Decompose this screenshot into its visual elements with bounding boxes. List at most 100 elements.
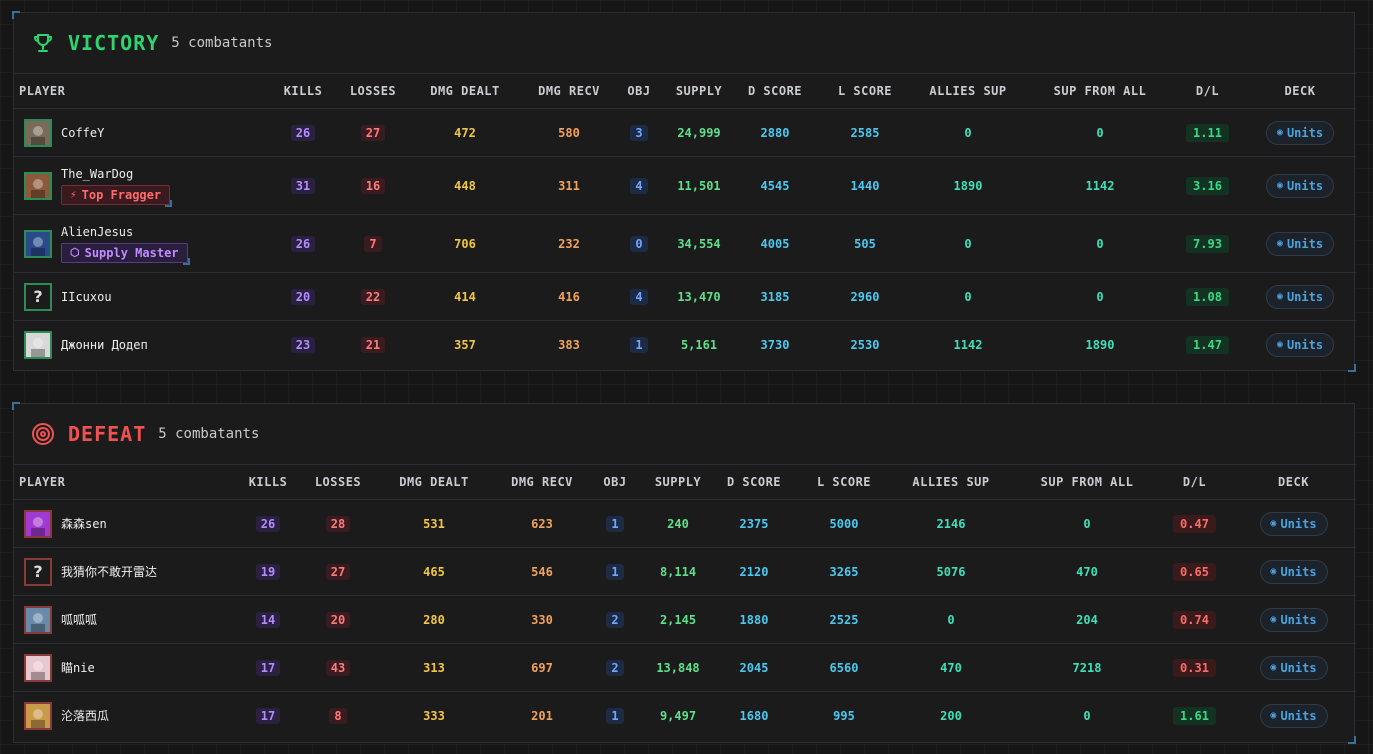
col-header-d-l: D/L — [1158, 464, 1231, 500]
col-header-dmg-dealt: DMG DEALT — [399, 73, 531, 109]
table-row[interactable]: ? IIcuxou 20 22 414 416 4 13,470 3185 2960 0 0 1.08 ◉… — [14, 272, 1356, 321]
player-name[interactable]: 瞄nie — [61, 659, 95, 676]
col-header-dmg-dealt: DMG DEALT — [364, 464, 504, 500]
deck-cell: ◉ Units — [1244, 214, 1356, 273]
allies-sup-value: 0 — [907, 108, 1029, 157]
table-row[interactable]: The_WarDog ⚡ Top Fragger 31 16 448 311 4 11,501 4… — [14, 156, 1356, 215]
view-units-button[interactable]: ◉ Units — [1266, 332, 1334, 357]
dl-cell: 1.11 — [1171, 108, 1244, 157]
supply-value: 34,554 — [671, 214, 727, 273]
eye-icon: ◉ — [1270, 518, 1277, 529]
view-units-button[interactable]: ◉ Units — [1259, 655, 1328, 680]
player-name[interactable]: 呱呱呱 — [61, 611, 97, 628]
table-row[interactable]: ? 我猜你不敢开雷达 19 27 465 546 1 8,114 2120 3265 5076 470… — [14, 547, 1356, 596]
dl-cell: 3.16 — [1171, 156, 1244, 215]
player-cell: 呱呱呱 — [14, 595, 224, 644]
obj-value: 1 — [630, 336, 648, 353]
allies-sup-value: 2146 — [886, 499, 1016, 548]
losses-value: 20 — [325, 611, 351, 628]
losses-cell: 27 — [347, 108, 399, 157]
defeat-panel: DEFEAT 5 combatants PLAYER KILLS LOSSES DMG… — [12, 402, 1356, 744]
panel-corner — [1348, 364, 1356, 372]
table-row[interactable]: 呱呱呱 14 20 280 330 2 2,145 1880 2525 0 204 0.74 ◉ Unit… — [14, 595, 1356, 644]
table-row[interactable]: 沦落西瓜 17 8 333 201 1 9,497 1680 995 200 0 1.61 ◉ Units — [14, 692, 1356, 740]
view-units-button[interactable]: ◉ Units — [1259, 559, 1328, 584]
pink-avatar[interactable] — [24, 653, 52, 682]
dmg-recv-value: 623 — [504, 499, 580, 548]
eye-icon: ◉ — [1270, 566, 1277, 577]
deck-cell: ◉ Units — [1231, 499, 1356, 548]
player-name[interactable]: 我猜你不敢开雷达 — [61, 563, 157, 580]
l-score-value: 505 — [823, 214, 907, 273]
cap-avatar[interactable] — [24, 605, 52, 634]
player-name[interactable]: IIcuxou — [61, 290, 112, 304]
gold-avatar[interactable] — [24, 701, 52, 730]
purple-avatar[interactable] — [24, 509, 52, 538]
table-row[interactable]: CoffeY 26 27 472 580 3 24,999 2880 2585 0 0 1.11 ◉ Un… — [14, 108, 1356, 157]
obj-value: 3 — [630, 124, 648, 141]
view-units-button[interactable]: ◉ Units — [1259, 703, 1328, 728]
table-row[interactable]: AlienJesus ⬡ Supply Master 26 7 706 232 0 34,554… — [14, 214, 1356, 273]
allies-sup-value: 1142 — [953, 337, 983, 352]
view-units-button[interactable]: ◉ Units — [1266, 173, 1334, 198]
view-units-button[interactable]: ◉ Units — [1266, 120, 1334, 145]
player-name[interactable]: CoffeY — [61, 126, 104, 140]
table-row[interactable]: 瞄nie 17 43 313 697 2 13,848 2045 6560 470 7218 0.31… — [14, 643, 1356, 692]
player-name[interactable]: Джонни Додеп — [61, 338, 148, 352]
sup-from-all-value: 0 — [1083, 708, 1091, 723]
eye-icon: ◉ — [1270, 614, 1277, 625]
view-units-button[interactable]: ◉ Units — [1266, 231, 1334, 256]
sup-from-all-value: 0 — [1029, 214, 1171, 273]
dl-cell: 0.31 — [1158, 643, 1231, 692]
l-score-value: 3265 — [802, 547, 886, 596]
losses-value: 7 — [364, 235, 382, 252]
player-badge: ⚡ Top Fragger — [61, 184, 173, 207]
kills-cell: 20 — [259, 272, 347, 321]
dl-ratio: 1.11 — [1186, 123, 1229, 142]
kills-cell: 17 — [224, 692, 312, 740]
deck-cell: ◉ Units — [1231, 692, 1356, 740]
losses-cell: 22 — [347, 272, 399, 321]
dl-cell: 0.47 — [1158, 499, 1231, 548]
view-units-button[interactable]: ◉ Units — [1259, 607, 1328, 632]
soldier-avatar[interactable] — [24, 118, 52, 147]
wardog-avatar[interactable] — [24, 171, 52, 200]
sup-from-all-value: 0 — [1016, 499, 1158, 548]
player-cell: The_WarDog ⚡ Top Fragger — [14, 156, 259, 215]
player-name[interactable]: The_WarDog — [61, 167, 170, 181]
col-header-d-score: D SCORE — [706, 464, 802, 500]
badge-label: Top Fragger — [81, 187, 162, 202]
sup-from-all-value: 204 — [1016, 595, 1158, 644]
table-row[interactable]: Джонни Додеп 23 21 357 383 1 5,161 3730 2530 1142… — [14, 321, 1356, 369]
losses-cell: 27 — [312, 547, 364, 596]
anime-avatar[interactable] — [24, 330, 52, 359]
col-header-sup-from-all: SUP FROM ALL — [1029, 73, 1171, 109]
kills-cell: 19 — [224, 547, 312, 596]
unknown-avatar[interactable]: ? — [24, 557, 52, 586]
defeat-combatant-count: 5 combatants — [158, 426, 260, 442]
kills-value: 31 — [290, 177, 316, 194]
view-units-button[interactable]: ◉ Units — [1266, 284, 1334, 309]
d-score-value: 1880 — [706, 595, 802, 644]
l-score-value: 2960 — [823, 272, 907, 321]
player-name[interactable]: 森森sen — [61, 515, 107, 532]
player-cell: CoffeY — [14, 108, 259, 157]
dl-cell: 1.47 — [1171, 321, 1244, 369]
dmg-dealt-value: 414 — [399, 272, 531, 321]
view-units-button[interactable]: ◉ Units — [1259, 511, 1328, 536]
unknown-avatar[interactable]: ? — [24, 282, 52, 311]
player-name[interactable]: 沦落西瓜 — [61, 707, 109, 724]
player-cell: 瞄nie — [14, 643, 224, 692]
sup-from-all-value: 470 — [1016, 547, 1158, 596]
d-score-value: 2375 — [706, 499, 802, 548]
units-label: Units — [1280, 708, 1317, 723]
losses-value: 27 — [325, 563, 351, 580]
player-name[interactable]: AlienJesus — [61, 225, 188, 239]
deck-cell: ◉ Units — [1231, 547, 1356, 596]
losses-value: 22 — [360, 288, 386, 305]
dmg-recv-value: 330 — [504, 595, 580, 644]
table-row[interactable]: 森森sen 26 28 531 623 1 240 2375 5000 2146 0 0.47 ◉ Uni… — [14, 499, 1356, 548]
col-header-player: PLAYER — [14, 73, 259, 109]
alien-avatar[interactable] — [24, 229, 52, 258]
units-label: Units — [1286, 289, 1324, 304]
